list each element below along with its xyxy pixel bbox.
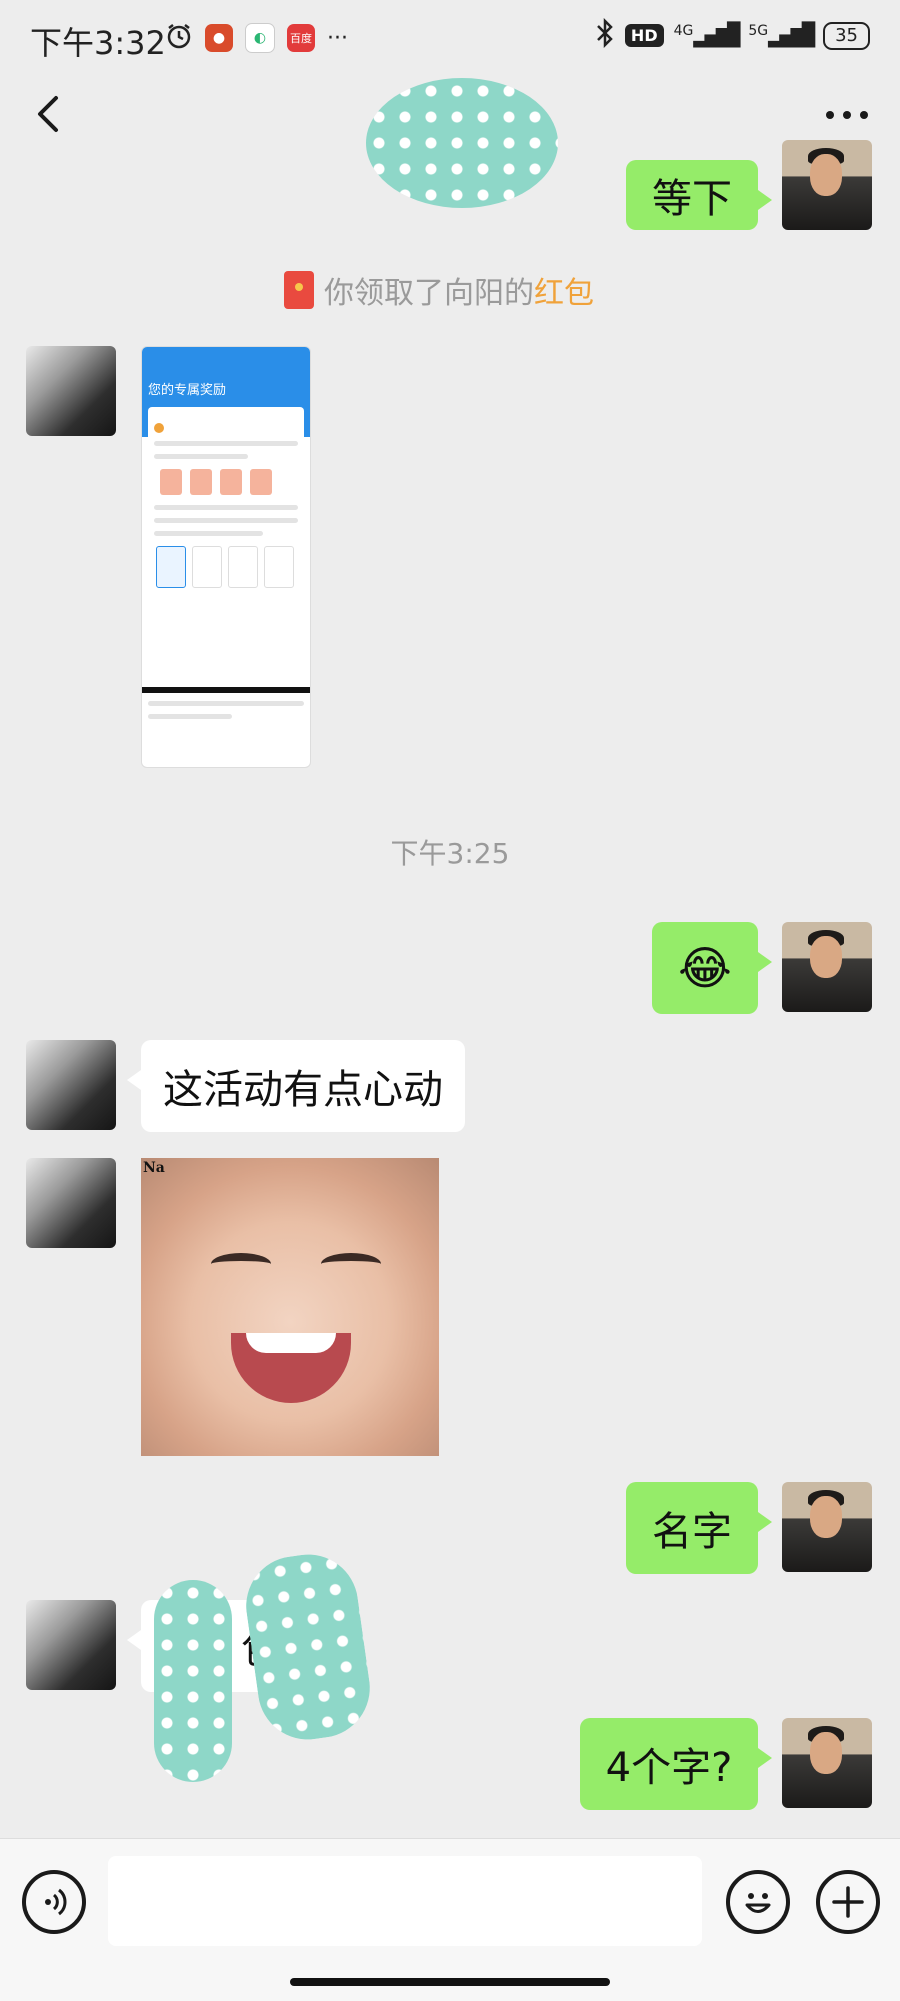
message-bubble-outgoing[interactable]: 😂 bbox=[652, 922, 772, 1014]
more-dots-icon bbox=[826, 111, 868, 119]
news-app-icon: 百度 bbox=[287, 24, 315, 52]
contact-avatar[interactable] bbox=[26, 1600, 116, 1690]
signal-4g: 4G▂▄▆█ bbox=[673, 23, 741, 48]
my-avatar[interactable] bbox=[782, 1482, 872, 1572]
status-app-icons: ● ◐ 百度 ··· bbox=[165, 22, 348, 54]
smiley-icon bbox=[745, 1893, 771, 1913]
hd-badge: HD bbox=[624, 24, 664, 47]
alarm-icon bbox=[165, 22, 193, 54]
message-bubble-outgoing[interactable]: 等下 bbox=[626, 160, 772, 230]
battery-indicator: 35 bbox=[823, 21, 870, 50]
message-input[interactable] bbox=[108, 1856, 702, 1946]
message-bubble-outgoing[interactable]: 名字 bbox=[626, 1482, 772, 1574]
redaction-mask bbox=[239, 1548, 377, 1746]
chevron-left-icon bbox=[38, 96, 58, 132]
screenshot-title: 您的专属奖励 bbox=[148, 383, 227, 398]
contact-avatar[interactable] bbox=[26, 1040, 116, 1130]
redaction-mask bbox=[154, 1580, 232, 1782]
voice-input-button[interactable] bbox=[22, 1870, 86, 1934]
bluetooth-icon bbox=[595, 17, 615, 53]
voice-icon bbox=[45, 1888, 67, 1916]
back-button[interactable] bbox=[30, 92, 70, 136]
my-avatar[interactable] bbox=[782, 922, 872, 1012]
red-packet-notice: 你领取了向阳的 红包 bbox=[284, 268, 594, 312]
red-packet-link[interactable]: 红包 bbox=[534, 268, 594, 312]
redaction-mask bbox=[366, 78, 558, 208]
sticker-image[interactable]: Na bbox=[141, 1158, 439, 1456]
message-bubble-incoming[interactable]: 这活动有点心动 bbox=[127, 1040, 465, 1132]
plus-icon bbox=[832, 1886, 864, 1918]
red-packet-text: 你领取了向阳的 bbox=[324, 276, 534, 311]
message-bubble-outgoing[interactable]: 4个字? bbox=[580, 1718, 772, 1810]
chat-timestamp: 下午3:25 bbox=[390, 837, 510, 870]
more-functions-button[interactable] bbox=[816, 1870, 880, 1934]
more-options-button[interactable] bbox=[822, 100, 872, 130]
status-right: HD 4G▂▄▆█ 5G▂▄▆█ 35 bbox=[595, 17, 870, 53]
red-packet-icon bbox=[284, 271, 314, 309]
my-avatar[interactable] bbox=[782, 140, 872, 230]
music-app-icon: ● bbox=[205, 24, 233, 52]
contact-avatar[interactable] bbox=[26, 1158, 116, 1248]
signal-5g: 5G▂▄▆█ bbox=[748, 23, 815, 48]
home-indicator[interactable] bbox=[290, 1978, 610, 1986]
sticker-tag: Na bbox=[143, 1160, 165, 1176]
my-avatar[interactable] bbox=[782, 1718, 872, 1808]
more-notifications-icon: ··· bbox=[327, 25, 348, 51]
shared-screenshot[interactable]: 您的专属奖励 bbox=[141, 346, 311, 768]
emoji-button[interactable] bbox=[726, 1870, 790, 1934]
status-time: 下午3:32 bbox=[30, 24, 166, 62]
green-app-icon: ◐ bbox=[245, 23, 275, 53]
contact-avatar[interactable] bbox=[26, 346, 116, 436]
